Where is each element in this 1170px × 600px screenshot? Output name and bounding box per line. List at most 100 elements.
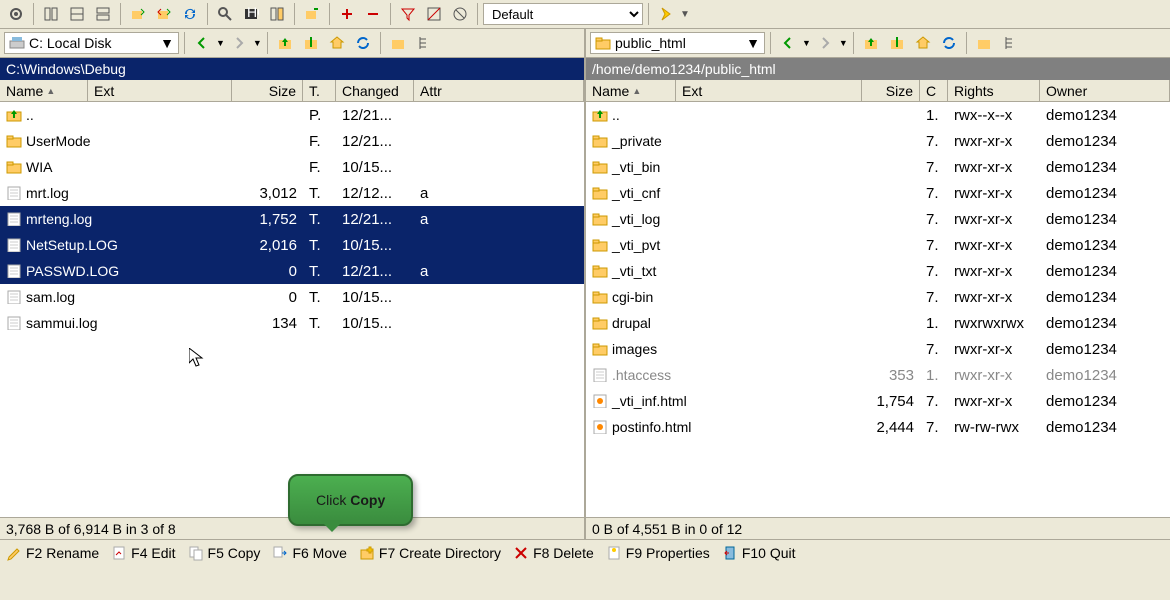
left-drive-select[interactable]: C: Local Disk ▼ [4, 32, 179, 54]
file-owner: demo1234 [1040, 260, 1170, 283]
file-row[interactable]: sam.log0T.10/15... [0, 284, 584, 310]
file-size [862, 216, 920, 222]
file-row[interactable]: _vti_pvt7.rwxr-xr-xdemo1234 [586, 232, 1170, 258]
file-row[interactable]: ..1.rwx--x--xdemo1234 [586, 102, 1170, 128]
tree-icon[interactable] [412, 31, 436, 55]
find-icon[interactable] [213, 2, 237, 26]
header-changed[interactable]: Changed [336, 80, 414, 101]
file-c: 7. [920, 338, 948, 361]
file-row[interactable]: images7.rwxr-xr-xdemo1234 [586, 336, 1170, 362]
header-attr[interactable]: Attr [414, 80, 584, 101]
file-name: .. [26, 107, 34, 123]
left-file-list[interactable]: ..P.12/21...UserModeF.12/21...WIAF.10/15… [0, 102, 584, 517]
tree-icon[interactable] [998, 31, 1022, 55]
refresh-icon[interactable] [178, 2, 202, 26]
fkey-quit[interactable]: F10 Quit [722, 545, 796, 561]
panel-toggle-3-icon[interactable] [91, 2, 115, 26]
file-row[interactable]: cgi-bin7.rwxr-xr-xdemo1234 [586, 284, 1170, 310]
header-rights[interactable]: Rights [948, 80, 1040, 101]
folder-icon [592, 211, 610, 227]
fkey-properties[interactable]: F9 Properties [606, 545, 710, 561]
file-rights: rwxr-xr-x [948, 156, 1040, 179]
file-row[interactable]: _vti_txt7.rwxr-xr-xdemo1234 [586, 258, 1170, 284]
invert-icon[interactable] [422, 2, 446, 26]
right-file-list[interactable]: ..1.rwx--x--xdemo1234_private7.rwxr-xr-x… [586, 102, 1170, 517]
file-type: P. [303, 104, 336, 127]
file-row[interactable]: ..P.12/21... [0, 102, 584, 128]
up-folder-icon[interactable] [859, 31, 883, 55]
fkey-rename[interactable]: F2 Rename [6, 545, 99, 561]
file-owner: demo1234 [1040, 182, 1170, 205]
header-type[interactable]: T. [303, 80, 336, 101]
file-row[interactable]: sammui.log134T.10/15... [0, 310, 584, 336]
file-row[interactable]: postinfo.html2,4447.rw-rw-rwxdemo1234 [586, 414, 1170, 440]
remove-red-icon[interactable] [361, 2, 385, 26]
clear-icon[interactable] [448, 2, 472, 26]
dropdown-arrow-icon[interactable]: ▼ [680, 9, 690, 20]
file-row[interactable]: _vti_log7.rwxr-xr-xdemo1234 [586, 206, 1170, 232]
right-drive-select[interactable]: public_html ▼ [590, 32, 765, 54]
file-type: T. [303, 286, 336, 309]
root-folder-icon[interactable] [885, 31, 909, 55]
header-owner[interactable]: Owner [1040, 80, 1170, 101]
gear-icon[interactable] [4, 2, 28, 26]
home-folder-icon[interactable] [325, 31, 349, 55]
file-row[interactable]: PASSWD.LOG0T.12/21...a [0, 258, 584, 284]
file-row[interactable]: drupal1.rwxrwxrwxdemo1234 [586, 310, 1170, 336]
file-row[interactable]: mrteng.log1,752T.12/21...a [0, 206, 584, 232]
file-attr [414, 320, 584, 326]
filter-icon[interactable] [396, 2, 420, 26]
file-row[interactable]: NetSetup.LOG2,016T.10/15... [0, 232, 584, 258]
add-red-icon[interactable] [335, 2, 359, 26]
file-row[interactable]: UserModeF.12/21... [0, 128, 584, 154]
queue-icon[interactable] [300, 2, 324, 26]
refresh-folder-icon[interactable] [937, 31, 961, 55]
forward-icon[interactable] [227, 31, 251, 55]
fkey-move[interactable]: F6 Move [272, 545, 346, 561]
back-icon[interactable] [190, 31, 214, 55]
left-drive-bar: C: Local Disk ▼ ▼ ▼ [0, 29, 584, 58]
header-ext[interactable]: Ext [88, 80, 232, 101]
right-panel: public_html ▼ ▼ ▼ /home/demo1234/public_… [586, 29, 1170, 539]
header-size[interactable]: Size [232, 80, 303, 101]
back-icon[interactable] [776, 31, 800, 55]
fkey-edit[interactable]: F4 Edit [111, 545, 175, 561]
header-c[interactable]: C [920, 80, 948, 101]
quit-icon [722, 545, 738, 561]
fkey-create-directory[interactable]: F7 Create Directory [359, 545, 501, 561]
up-folder-icon[interactable] [273, 31, 297, 55]
sync-icon[interactable] [265, 2, 289, 26]
compare-folder-icon[interactable] [152, 2, 176, 26]
bookmark-icon[interactable] [386, 31, 410, 55]
file-row[interactable]: mrt.log3,012T.12/12...a [0, 180, 584, 206]
panel-toggle-2-icon[interactable] [65, 2, 89, 26]
right-path-bar[interactable]: /home/demo1234/public_html [586, 58, 1170, 80]
file-name: cgi-bin [612, 289, 653, 305]
header-ext[interactable]: Ext [676, 80, 862, 101]
bookmark-icon[interactable] [972, 31, 996, 55]
refresh-folder-icon[interactable] [351, 31, 375, 55]
panel-toggle-1-icon[interactable] [39, 2, 63, 26]
file-row[interactable]: _vti_bin7.rwxr-xr-xdemo1234 [586, 154, 1170, 180]
root-folder-icon[interactable] [299, 31, 323, 55]
file-row[interactable]: .htaccess3531.rwxr-xr-xdemo1234 [586, 362, 1170, 388]
file-attr [414, 294, 584, 300]
header-name[interactable]: Name▲ [586, 80, 676, 101]
fkey-copy[interactable]: F5 Copy [188, 545, 261, 561]
file-size [232, 138, 303, 144]
file-row[interactable]: WIAF.10/15... [0, 154, 584, 180]
header-name[interactable]: Name▲ [0, 80, 88, 101]
execute-icon[interactable] [654, 2, 678, 26]
terminal-icon[interactable]: HOM [239, 2, 263, 26]
home-folder-icon[interactable] [911, 31, 935, 55]
fkey-delete[interactable]: F8 Delete [513, 545, 594, 561]
header-size[interactable]: Size [862, 80, 920, 101]
file-row[interactable]: _vti_inf.html1,7547.rwxr-xr-xdemo1234 [586, 388, 1170, 414]
file-row[interactable]: _vti_cnf7.rwxr-xr-xdemo1234 [586, 180, 1170, 206]
folder-icon [592, 159, 610, 175]
filter-select[interactable]: Default [483, 3, 643, 25]
left-path-bar[interactable]: C:\Windows\Debug [0, 58, 584, 80]
forward-icon[interactable] [813, 31, 837, 55]
file-row[interactable]: _private7.rwxr-xr-xdemo1234 [586, 128, 1170, 154]
sync-folder-icon[interactable] [126, 2, 150, 26]
